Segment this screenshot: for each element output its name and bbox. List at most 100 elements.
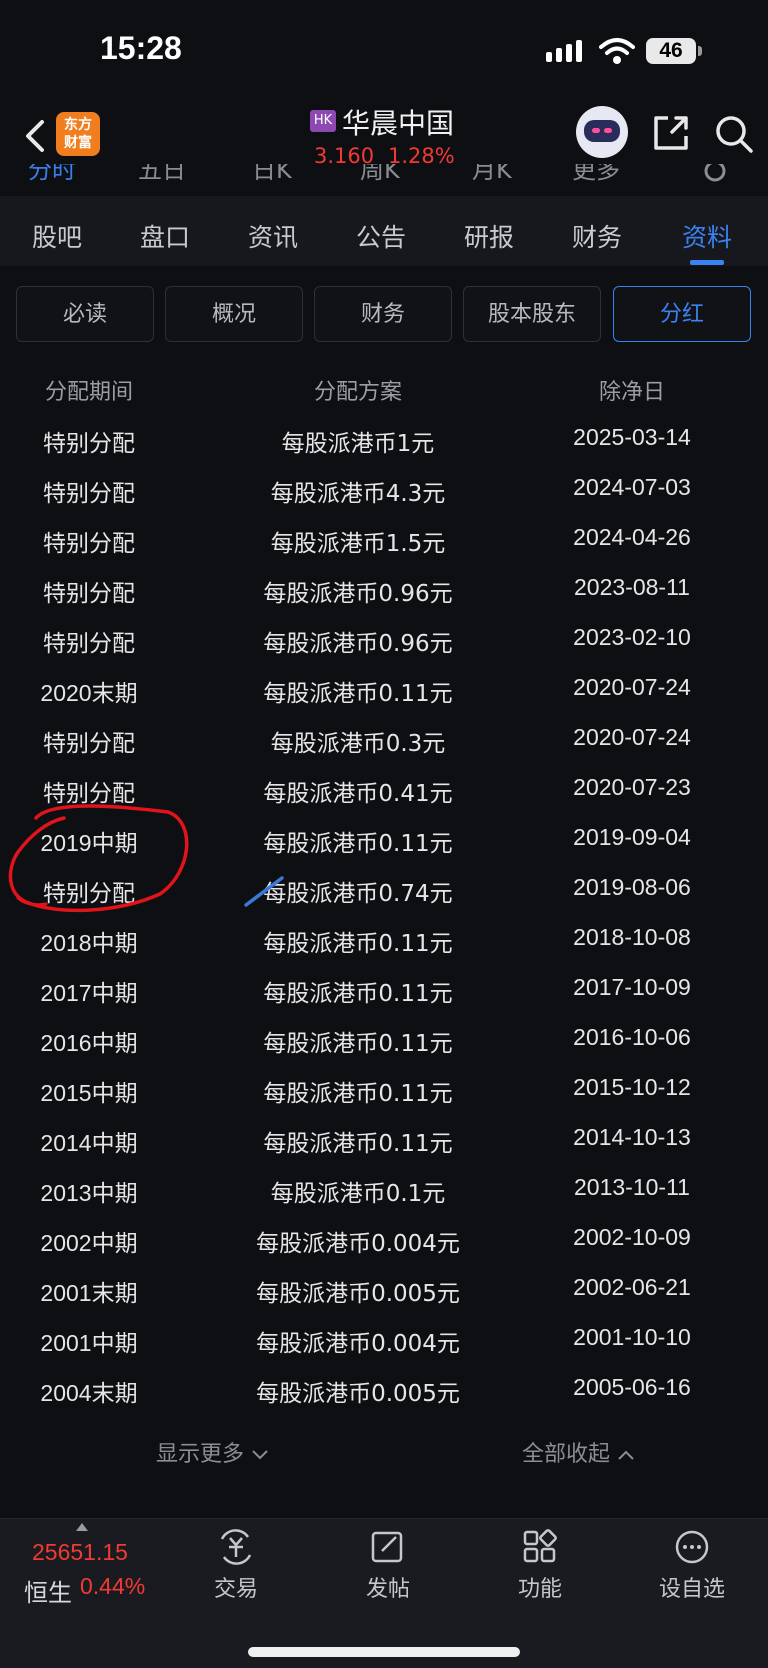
subtab-dividends[interactable]: 分红 — [613, 286, 751, 342]
chevron-up-icon — [618, 1450, 634, 1460]
table-row: 特别分配 每股派港币0.96元 2023-08-11 — [0, 570, 768, 620]
cell-plan: 每股派港币0.1元 — [270, 1181, 446, 1207]
status-bar: 15:28 46 — [0, 0, 768, 100]
cell-ex-date: 2018-10-08 — [573, 924, 691, 950]
tab-research[interactable]: 研报 — [464, 218, 514, 254]
subtab-must-read[interactable]: 必读 — [16, 286, 154, 342]
cell-period: 2015中期 — [40, 1080, 138, 1106]
app-logo[interactable]: 东方 财富 — [56, 112, 100, 156]
tab-five-day[interactable]: 五日 — [138, 164, 186, 185]
back-arrow-icon[interactable] — [20, 118, 50, 154]
status-time: 15:28 — [100, 30, 182, 66]
cell-period: 2014中期 — [40, 1130, 138, 1156]
bottom-toolbar: 25651.15 恒生 0.44% 交易 发帖 功能 设自选 — [0, 1518, 768, 1668]
search-icon[interactable] — [714, 114, 754, 154]
tab-profile[interactable]: 资料 — [682, 218, 732, 254]
cell-plan: 每股派港币0.41元 — [263, 781, 453, 807]
more-dots-icon — [675, 1530, 709, 1564]
nav-add-watchlist[interactable]: 设自选 — [642, 1529, 742, 1603]
table-row: 2015中期 每股派港币0.11元 2015-10-12 — [0, 1070, 768, 1120]
tab-weekly-k[interactable]: 周K — [360, 164, 400, 185]
tab-announcements[interactable]: 公告 — [356, 218, 406, 254]
cell-plan: 每股派港币0.11元 — [263, 981, 453, 1007]
cell-period: 特别分配 — [43, 630, 135, 656]
cell-period: 2020末期 — [40, 680, 138, 706]
subtab-finance[interactable]: 财务 — [314, 286, 452, 342]
share-icon[interactable] — [652, 114, 690, 152]
cell-plan: 每股派港币0.11元 — [263, 1031, 453, 1057]
cell-period: 2018中期 — [40, 930, 138, 956]
cell-period: 2001末期 — [40, 1280, 138, 1306]
index-change[interactable]: 0.44% — [80, 1573, 145, 1600]
stock-header: 东方 财富 HK 华晨中国 3.160 1.28% — [0, 100, 768, 172]
nav-post[interactable]: 发帖 — [338, 1529, 438, 1603]
table-row: 2001中期 每股派港币0.004元 2001-10-10 — [0, 1320, 768, 1370]
cell-ex-date: 2019-09-04 — [573, 824, 691, 850]
assistant-robot-icon[interactable] — [576, 106, 628, 158]
grid-icon — [523, 1529, 557, 1563]
subtab-overview[interactable]: 概况 — [165, 286, 303, 342]
section-tabs: 股吧 盘口 资讯 公告 研报 财务 资料 — [0, 196, 768, 266]
collapse-all-link[interactable]: 全部收起 — [522, 1436, 635, 1468]
index-name[interactable]: 恒生 — [24, 1573, 72, 1608]
nav-trade[interactable]: 交易 — [186, 1529, 286, 1603]
subtab-shareholders[interactable]: 股本股东 — [463, 286, 601, 342]
cell-period: 2002中期 — [40, 1230, 138, 1256]
nav-functions[interactable]: 功能 — [490, 1529, 590, 1603]
tab-intraday[interactable]: 分时 — [28, 164, 76, 185]
table-row: 2017中期 每股派港币0.11元 2017-10-09 — [0, 970, 768, 1020]
cell-period: 特别分配 — [43, 530, 135, 556]
header-period: 分配期间 — [44, 380, 133, 405]
table-row: 2014中期 每股派港币0.11元 2014-10-13 — [0, 1120, 768, 1170]
chart-period-tabs: 分时 五日 日K 周K 月K 更多 — [0, 164, 768, 192]
table-row: 特别分配 每股派港币0.3元 2020-07-24 — [0, 720, 768, 770]
show-more-link[interactable]: 显示更多 — [156, 1436, 269, 1468]
tab-more[interactable]: 更多 — [572, 164, 620, 185]
table-row: 特别分配 每股派港币0.74元 2019-08-06 — [0, 870, 768, 920]
stock-name: 华晨中国 — [342, 107, 455, 140]
cell-period: 2004末期 — [40, 1380, 138, 1406]
cell-ex-date: 2017-10-09 — [573, 974, 691, 1000]
table-row: 2016中期 每股派港币0.11元 2016-10-06 — [0, 1020, 768, 1070]
cell-plan: 每股派港币0.004元 — [256, 1331, 460, 1357]
table-row: 特别分配 每股派港币0.96元 2023-02-10 — [0, 620, 768, 670]
cell-ex-date: 2016-10-06 — [573, 1024, 691, 1050]
cell-ex-date: 2023-02-10 — [573, 624, 691, 650]
table-row: 2001末期 每股派港币0.005元 2002-06-21 — [0, 1270, 768, 1320]
table-row: 特别分配 每股派港币4.3元 2024-07-03 — [0, 470, 768, 520]
cell-plan: 每股派港币0.11元 — [263, 931, 453, 957]
cell-ex-date: 2019-08-06 — [573, 874, 691, 900]
cell-ex-date: 2002-10-09 — [573, 1224, 691, 1250]
wifi-icon — [599, 38, 635, 64]
cell-plan: 每股派港币0.11元 — [263, 1131, 453, 1157]
tab-news[interactable]: 资讯 — [248, 218, 298, 254]
active-tab-indicator — [690, 260, 724, 265]
cell-plan: 每股派港币0.005元 — [256, 1381, 460, 1407]
cell-plan: 每股派港币4.3元 — [270, 481, 446, 507]
cell-period: 特别分配 — [43, 880, 135, 906]
table-row: 2002中期 每股派港币0.004元 2002-10-09 — [0, 1220, 768, 1270]
table-row: 特别分配 每股派港币1.5元 2024-04-26 — [0, 520, 768, 570]
cell-plan: 每股派港币0.11元 — [263, 1081, 453, 1107]
header-plan: 分配方案 — [313, 380, 402, 405]
settings-gear-icon[interactable] — [700, 164, 730, 186]
battery-indicator: 46 — [646, 38, 702, 64]
cell-ex-date: 2005-06-16 — [573, 1374, 691, 1400]
tab-guba[interactable]: 股吧 — [32, 218, 82, 254]
cell-plan: 每股派港币1元 — [281, 431, 435, 457]
cell-plan: 每股派港币1.5元 — [270, 531, 446, 557]
cell-period: 2013中期 — [40, 1180, 138, 1206]
tab-daily-k[interactable]: 日K — [252, 164, 292, 185]
index-value[interactable]: 25651.15 — [32, 1539, 128, 1566]
cell-plan: 每股派港币0.11元 — [263, 831, 453, 857]
cell-ex-date: 2002-06-21 — [573, 1274, 691, 1300]
tab-pankou[interactable]: 盘口 — [140, 218, 190, 254]
cell-period: 特别分配 — [43, 780, 135, 806]
tab-finance[interactable]: 财务 — [572, 218, 622, 254]
edit-icon — [371, 1531, 403, 1563]
cell-ex-date: 2020-07-24 — [573, 724, 691, 750]
cell-ex-date: 2013-10-11 — [574, 1174, 690, 1200]
tab-monthly-k[interactable]: 月K — [472, 164, 512, 185]
table-row: 2004末期 每股派港币0.005元 2005-06-16 — [0, 1370, 768, 1420]
table-row: 2020末期 每股派港币0.11元 2020-07-24 — [0, 670, 768, 720]
